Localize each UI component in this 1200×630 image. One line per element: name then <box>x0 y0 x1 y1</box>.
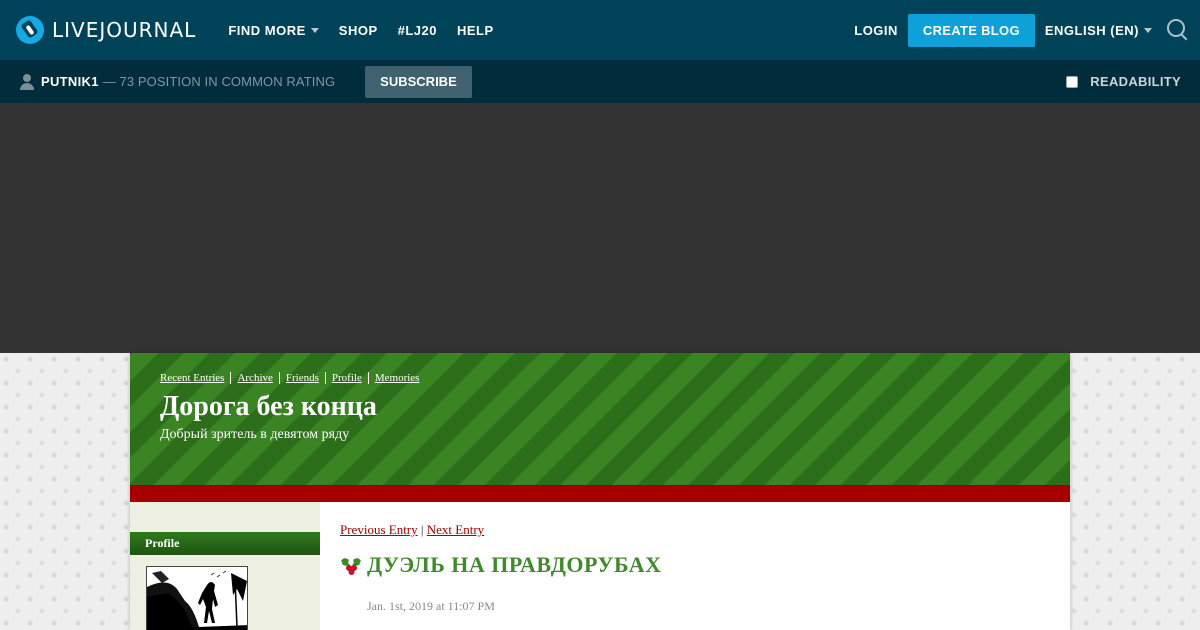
topbar-right-group: LOGIN CREATE BLOG ENGLISH (EN) <box>854 0 1200 60</box>
language-label: ENGLISH (EN) <box>1044 22 1139 38</box>
journal-subtitle: Добрый зритель в девятом ряду <box>160 427 350 442</box>
journal-username[interactable]: PUTNIK1 <box>41 74 99 89</box>
avatar-image <box>147 567 247 630</box>
readability-checkbox[interactable] <box>1066 75 1079 88</box>
journal-header: Recent Entries Archive Friends Profile M… <box>130 353 1070 486</box>
nav-find-more[interactable]: FIND MORE <box>228 22 319 38</box>
nav-lj20-label: #LJ20 <box>397 22 437 38</box>
nav-shop-label: SHOP <box>338 22 378 38</box>
user-icon <box>20 73 34 90</box>
entry-date: Jan. 1st, 2019 at 11:07 PM <box>367 599 495 613</box>
nav-find-more-label: FIND MORE <box>228 22 306 38</box>
logo-text: LIVEJOURNAL <box>52 18 197 42</box>
link-recent-entries[interactable]: Recent Entries <box>160 372 230 384</box>
nav-shop[interactable]: SHOP <box>339 23 378 38</box>
avatar[interactable] <box>146 566 248 630</box>
entry-nav-separator: | <box>420 522 424 537</box>
holly-icon <box>341 558 361 575</box>
journal-sidebar: Profile <box>130 502 320 630</box>
nav-lj20[interactable]: #LJ20 <box>398 23 437 38</box>
journal-user-bar: PUTNIK1 — 73 POSITION IN COMMON RATING S… <box>0 60 1200 103</box>
next-entry-link[interactable]: Next Entry <box>427 522 484 537</box>
nav-help[interactable]: HELP <box>457 23 494 38</box>
link-memories[interactable]: Memories <box>369 372 426 384</box>
entry-navigation: Previous Entry | Next Entry <box>340 522 484 538</box>
journal-entry-area: Previous Entry | Next Entry ДУЭЛЬ НА ПРА… <box>320 502 1070 630</box>
top-navigation-bar: LIVEJOURNAL FIND MORE SHOP #LJ20 HELP LO… <box>0 0 1200 60</box>
search-icon[interactable] <box>1166 19 1188 41</box>
nav-help-label: HELP <box>457 22 494 38</box>
ad-placeholder <box>0 103 1200 353</box>
entry-title[interactable]: ДУЭЛЬ НА ПРАВДОРУБАХ <box>367 552 662 578</box>
journal-header-links: Recent Entries Archive Friends Profile M… <box>160 372 425 384</box>
readability-label: READABILITY <box>1090 74 1181 89</box>
rating-text: — 73 POSITION IN COMMON RATING <box>102 74 336 89</box>
language-selector[interactable]: ENGLISH (EN) <box>1045 23 1152 38</box>
create-blog-button[interactable]: CREATE BLOG <box>907 13 1035 47</box>
readability-toggle[interactable]: READABILITY <box>1066 74 1181 89</box>
login-link[interactable]: LOGIN <box>854 23 898 38</box>
previous-entry-link[interactable]: Previous Entry <box>340 522 418 537</box>
header-red-band <box>130 486 1070 502</box>
subscribe-button[interactable]: SUBSCRIBE <box>365 65 472 98</box>
journal-container: Recent Entries Archive Friends Profile M… <box>130 353 1070 630</box>
livejournal-logo[interactable]: LIVEJOURNAL <box>16 16 196 44</box>
journal-title[interactable]: Дорога без конца <box>160 391 377 423</box>
link-archive[interactable]: Archive <box>231 372 278 384</box>
sidebar-profile-heading: Profile <box>130 532 320 555</box>
entry-title-row: ДУЭЛЬ НА ПРАВДОРУБАХ <box>340 552 662 578</box>
chevron-down-icon <box>310 27 319 33</box>
chevron-down-icon <box>1144 27 1152 33</box>
livejournal-logo-icon <box>16 16 44 44</box>
link-profile[interactable]: Profile <box>326 372 368 384</box>
link-friends[interactable]: Friends <box>280 372 325 384</box>
